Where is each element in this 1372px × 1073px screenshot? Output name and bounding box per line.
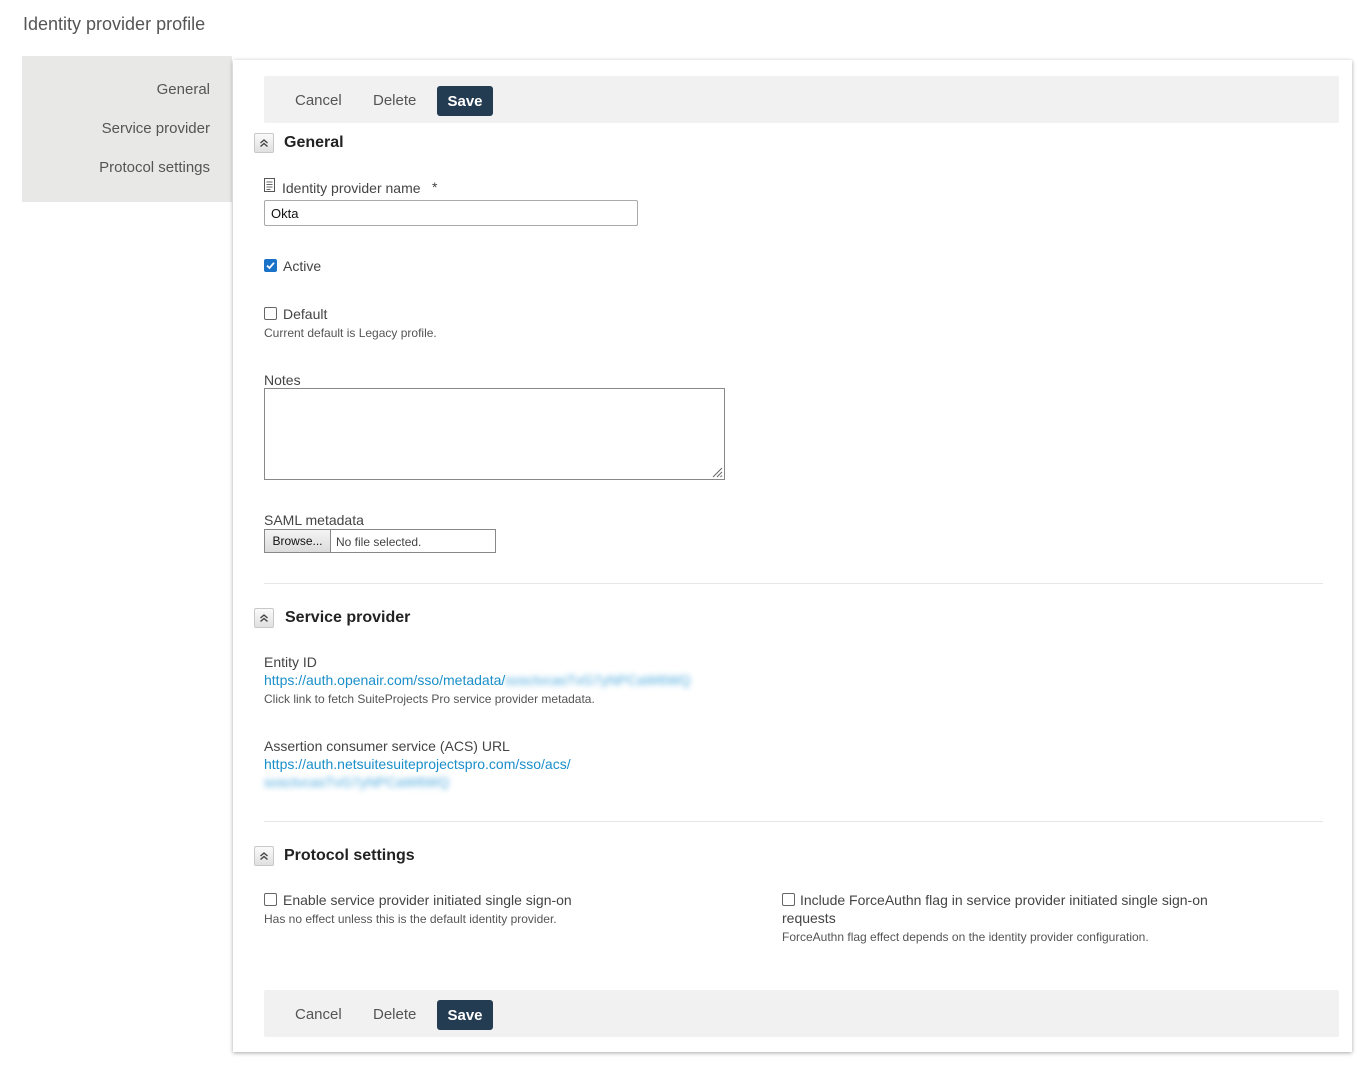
delete-button[interactable]: Delete <box>373 92 416 109</box>
default-label: Default <box>283 306 328 322</box>
sp-initiated-sso-help-text: Has no effect unless this is the default… <box>264 912 557 926</box>
entity-id-link[interactable]: https://auth.openair.com/sso/metadata/so… <box>264 672 690 688</box>
active-checkbox[interactable] <box>264 259 277 272</box>
general-section-title: General <box>284 134 344 151</box>
save-button[interactable]: Save <box>437 86 493 116</box>
resize-grip-icon[interactable] <box>711 466 723 478</box>
collapse-general-button[interactable] <box>254 133 274 153</box>
acs-url-redacted[interactable]: sosctvcasTvG7yNPCaW6WQ <box>264 774 449 790</box>
active-label: Active <box>283 258 322 274</box>
double-chevron-up-icon <box>260 852 268 861</box>
sp-initiated-sso-checkbox[interactable] <box>264 893 277 906</box>
service-provider-section-title: Service provider <box>285 609 411 626</box>
save-button[interactable]: Save <box>437 1000 493 1030</box>
default-help-text: Current default is Legacy profile. <box>264 326 437 340</box>
entity-id-url: https://auth.openair.com/sso/metadata/ <box>264 672 506 688</box>
cancel-button[interactable]: Cancel <box>295 92 342 109</box>
force-authn-label: Include ForceAuthn flag in service provi… <box>800 892 1208 908</box>
force-authn-label-continued: requests <box>782 910 836 926</box>
sp-initiated-sso-label: Enable service provider initiated single… <box>283 892 572 908</box>
browse-button[interactable]: Browse... <box>265 530 331 552</box>
sidebar-item-service-provider[interactable]: Service provider <box>102 120 210 137</box>
notes-label: Notes <box>264 372 301 388</box>
collapse-protocol-settings-button[interactable] <box>254 846 274 866</box>
saml-metadata-label: SAML metadata <box>264 512 364 528</box>
sidebar-nav: General Service provider Protocol settin… <box>22 56 232 202</box>
file-status-text: No file selected. <box>336 535 422 549</box>
main-panel: Cancel Delete Save General Identity prov… <box>233 60 1352 1052</box>
identity-provider-name-label: Identity provider name <box>282 180 421 196</box>
entity-id-redacted: sosctvcasTvG7yNPCaW6WQ <box>505 672 691 688</box>
sidebar-item-protocol-settings[interactable]: Protocol settings <box>99 159 210 176</box>
saml-metadata-file-input[interactable]: Browse... No file selected. <box>264 529 496 553</box>
page-title: Identity provider profile <box>23 14 206 34</box>
entity-id-label: Entity ID <box>264 654 317 670</box>
force-authn-help-text: ForceAuthn flag effect depends on the id… <box>782 930 1149 944</box>
force-authn-checkbox[interactable] <box>782 893 795 906</box>
protocol-settings-section-title: Protocol settings <box>284 847 415 864</box>
top-toolbar: Cancel Delete Save <box>264 76 1339 123</box>
sidebar-item-general[interactable]: General <box>157 81 210 98</box>
identity-provider-name-input[interactable] <box>264 200 638 226</box>
entity-id-help-text: Click link to fetch SuiteProjects Pro se… <box>264 692 595 706</box>
cancel-button[interactable]: Cancel <box>295 1006 342 1023</box>
acs-url-link[interactable]: https://auth.netsuitesuiteprojectspro.co… <box>264 756 571 772</box>
double-chevron-up-icon <box>260 139 268 148</box>
section-divider <box>264 821 1323 822</box>
delete-button[interactable]: Delete <box>373 1006 416 1023</box>
checkmark-icon <box>266 262 275 270</box>
default-checkbox[interactable] <box>264 307 277 320</box>
collapse-service-provider-button[interactable] <box>254 608 274 628</box>
bottom-toolbar: Cancel Delete Save <box>264 990 1339 1037</box>
document-icon <box>264 178 275 192</box>
notes-textarea[interactable] <box>264 388 725 480</box>
acs-url-label: Assertion consumer service (ACS) URL <box>264 738 510 754</box>
double-chevron-up-icon <box>260 614 268 623</box>
required-marker: * <box>432 179 438 195</box>
section-divider <box>264 583 1323 584</box>
